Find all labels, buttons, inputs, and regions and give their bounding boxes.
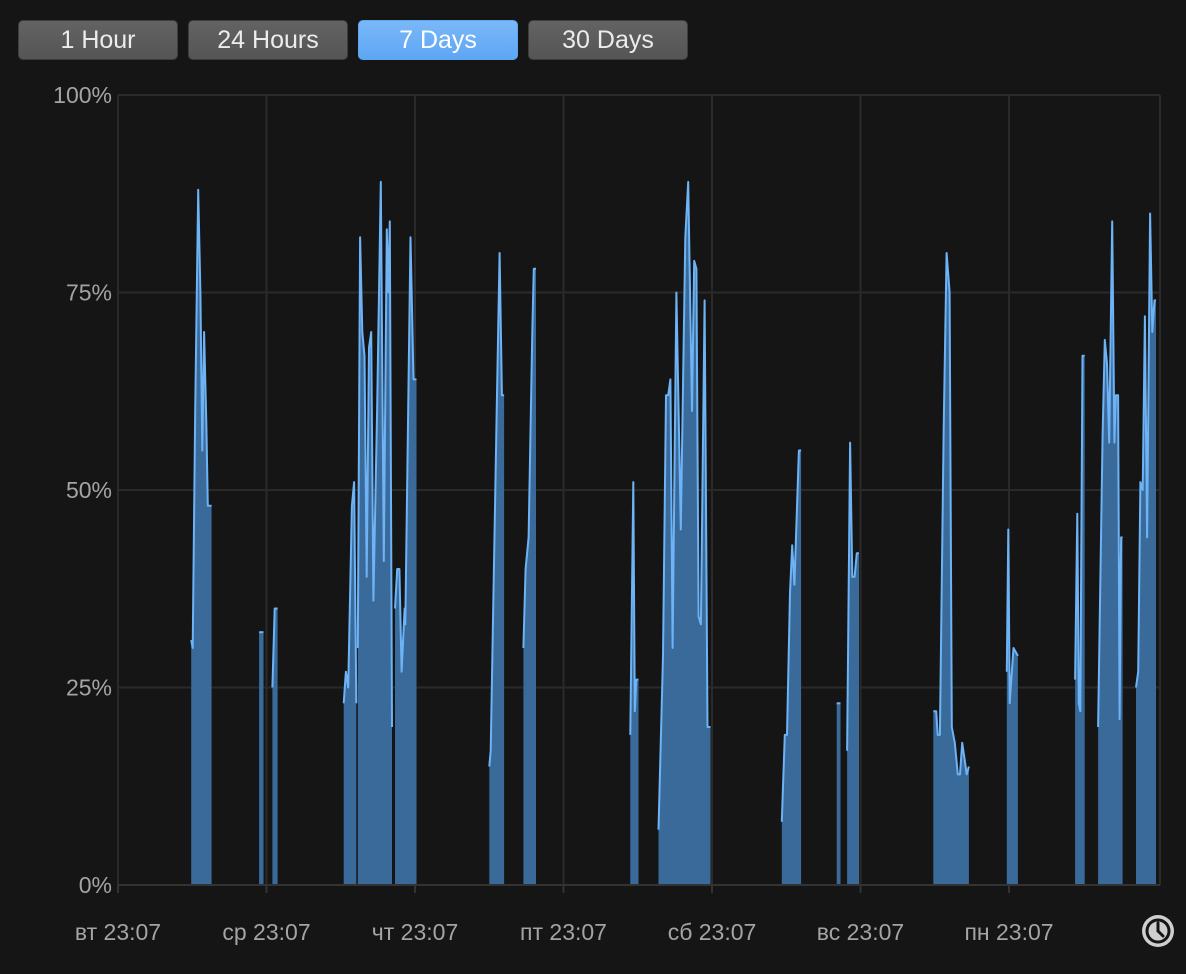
area-segment bbox=[836, 703, 841, 885]
line-segment bbox=[933, 252, 970, 776]
area-segment bbox=[781, 450, 802, 885]
y-tick-label: 75% bbox=[66, 280, 112, 306]
y-tick-label: 100% bbox=[53, 82, 112, 108]
y-tick-label: 50% bbox=[66, 477, 112, 503]
x-tick-label: пт 23:07 bbox=[520, 919, 607, 945]
usage-chart: 0% 25% 50% 75% 100% вт 23:07 ср 23:07 чт 23:07 п… bbox=[53, 82, 1161, 945]
clock-icon bbox=[1145, 918, 1171, 944]
y-tick-label: 0% bbox=[79, 872, 112, 898]
chart-series bbox=[190, 180, 1156, 886]
chart-axes: 0% 25% 50% 75% 100% вт 23:07 ср 23:07 чт 23:07 п… bbox=[53, 82, 1160, 945]
x-tick-label: пн 23:07 bbox=[964, 919, 1053, 945]
y-tick-label: 25% bbox=[66, 675, 112, 701]
clock-button[interactable] bbox=[1142, 915, 1174, 947]
x-tick-label: вт 23:07 bbox=[75, 919, 161, 945]
x-tick-label: сб 23:07 bbox=[668, 919, 757, 945]
x-tick-label: ср 23:07 bbox=[222, 919, 310, 945]
area-segment bbox=[259, 632, 264, 885]
x-tick-label: вс 23:07 bbox=[817, 919, 904, 945]
x-tick-label: чт 23:07 bbox=[372, 919, 458, 945]
